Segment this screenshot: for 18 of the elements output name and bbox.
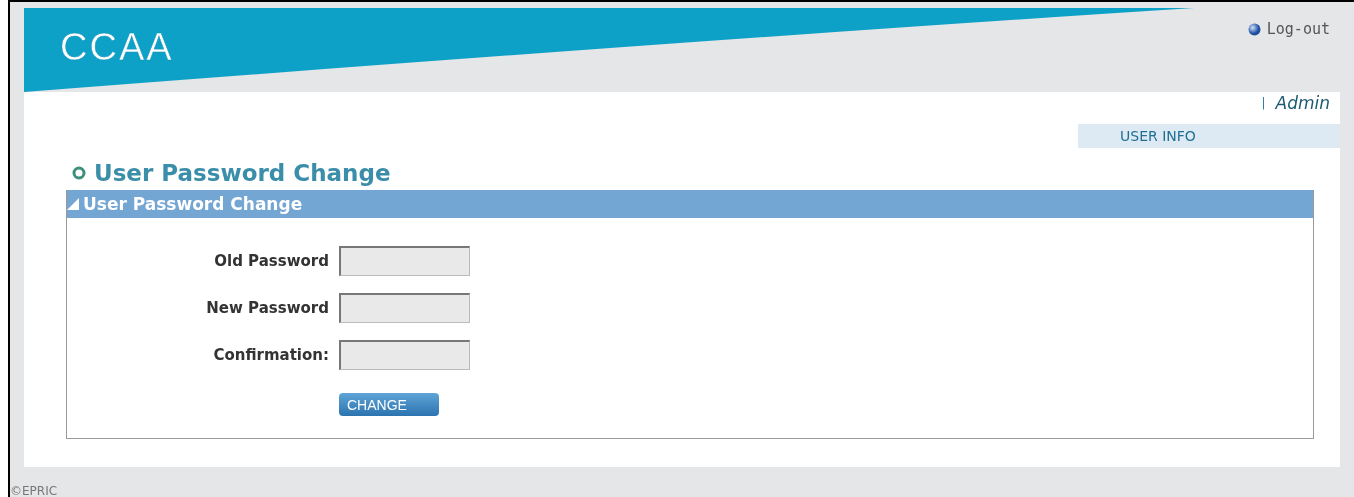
user-info-menu[interactable]: USER INFO <box>1078 124 1340 148</box>
field-label: New Password <box>205 299 329 317</box>
field-label: Confirmation: <box>212 346 329 364</box>
logo: CCAA <box>60 26 174 69</box>
user-name: Admin <box>1275 93 1330 113</box>
change-button[interactable]: CHANGE <box>339 393 439 416</box>
password-field[interactable] <box>339 293 470 323</box>
separator: | <box>1261 96 1266 110</box>
globe-icon <box>1247 22 1261 36</box>
logout-link[interactable]: Log-out <box>1247 20 1330 38</box>
corner-icon <box>67 198 79 210</box>
password-field[interactable] <box>339 246 470 276</box>
panel-title: User Password Change <box>83 194 303 214</box>
field-label: Old Password <box>213 252 329 270</box>
password-field[interactable] <box>339 340 470 370</box>
ring-icon <box>72 166 86 180</box>
copyright-text: ©EPRIC <box>10 485 58 497</box>
page-title: User Password Change <box>94 160 391 186</box>
